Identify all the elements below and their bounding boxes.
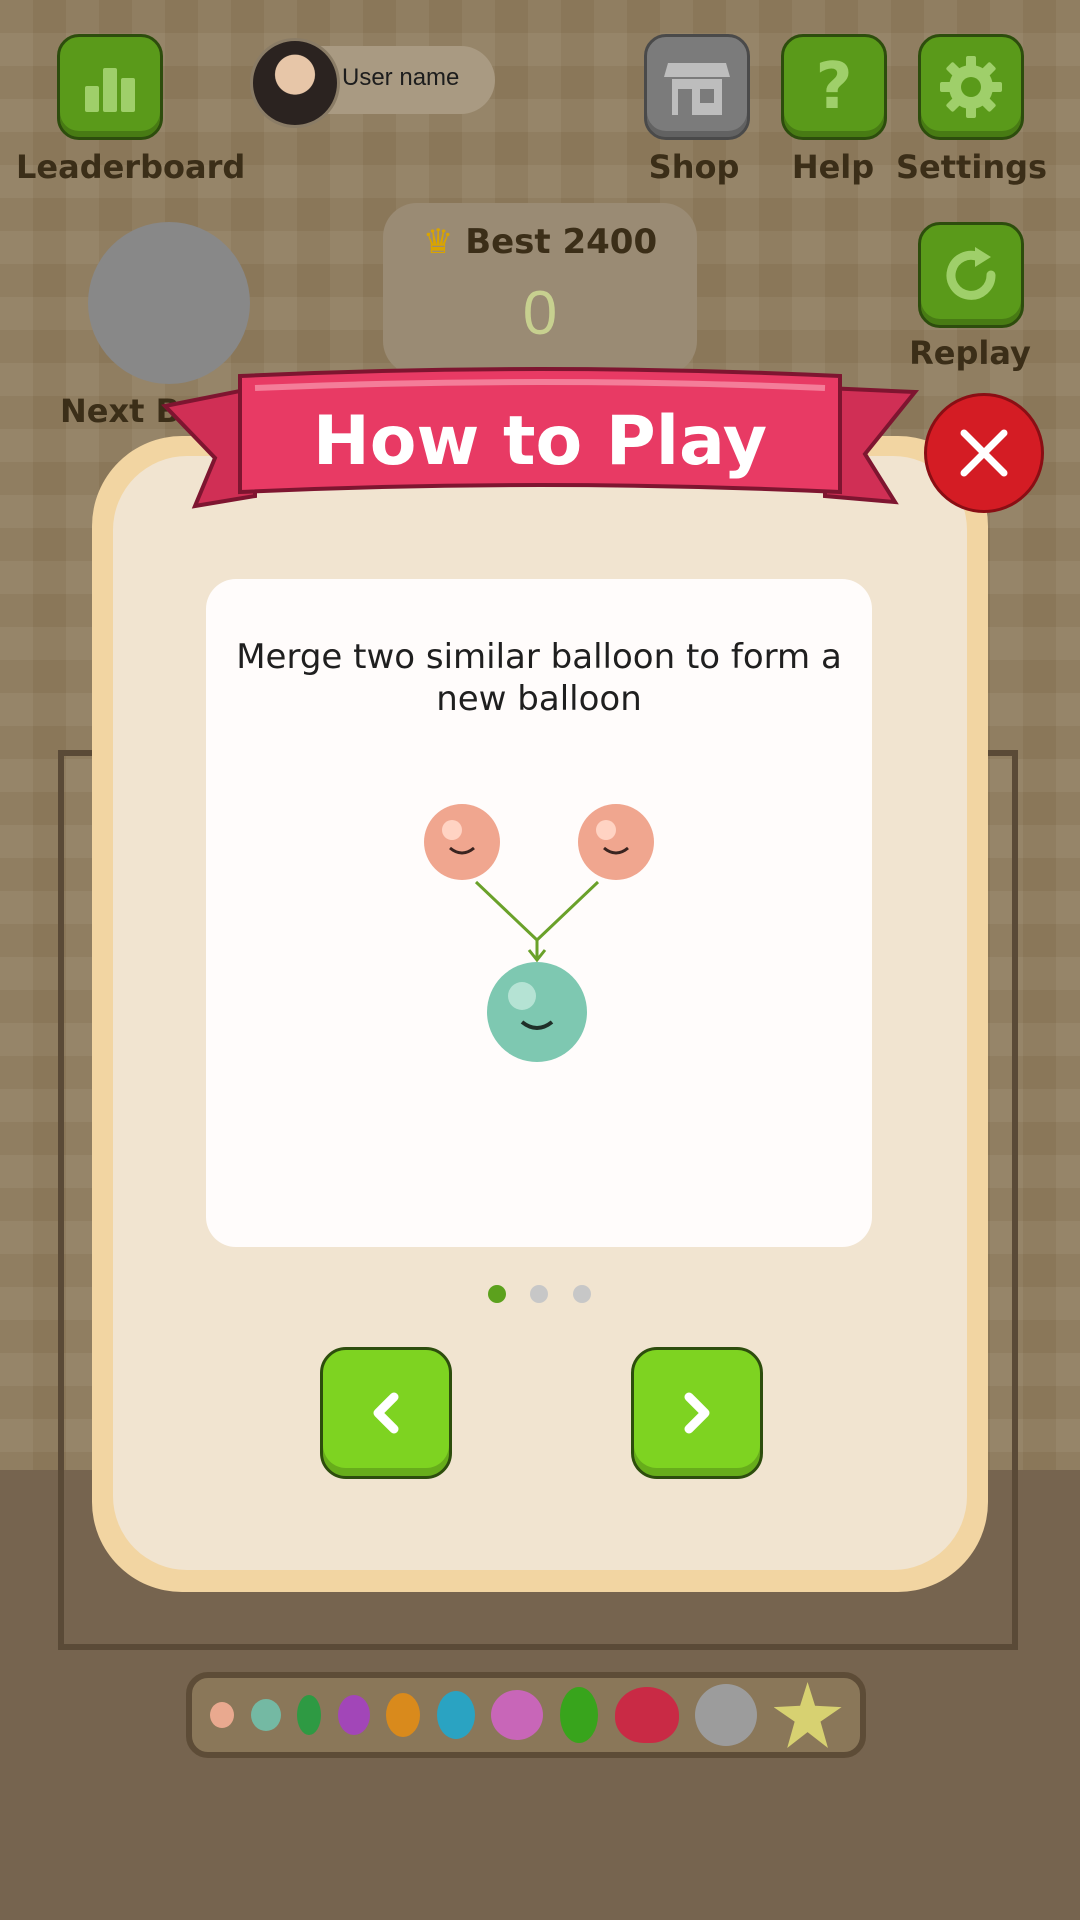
tray-balloon-purple (337, 1695, 370, 1735)
replay-icon (946, 247, 996, 300)
prev-page-button[interactable] (320, 1347, 452, 1479)
instruction-text: Merge two similar balloon to form a new … (236, 637, 842, 719)
peach-balloon-right (578, 804, 654, 880)
tray-balloon-bear (491, 1690, 544, 1740)
best-score: ♛ Best 2400 (383, 222, 697, 262)
best-score-label: Best 2400 (465, 222, 658, 262)
chevron-left-icon (373, 1392, 399, 1434)
shop-icon (664, 63, 730, 115)
settings-button[interactable] (918, 34, 1024, 140)
tray-balloon-blue (436, 1691, 475, 1739)
balloon-tray (186, 1672, 866, 1758)
help-button[interactable]: ? (781, 34, 887, 140)
leaderboard-icon (85, 68, 135, 112)
next-page-button[interactable] (631, 1347, 763, 1479)
shop-button[interactable] (644, 34, 750, 140)
tray-balloon-heart (614, 1687, 679, 1743)
page-dot-3[interactable] (573, 1285, 591, 1303)
tray-balloon-gray (695, 1684, 758, 1746)
close-button[interactable] (924, 393, 1044, 513)
dialog-title: How to Play (312, 402, 768, 481)
tray-balloon-teal (250, 1699, 281, 1731)
gear-icon (940, 56, 1002, 118)
replay-button[interactable] (918, 222, 1024, 328)
tray-balloon-star (773, 1682, 842, 1748)
avatar (250, 38, 340, 128)
crown-icon: ♛ (422, 222, 454, 262)
close-icon (960, 429, 1008, 477)
tray-balloon-orange (386, 1693, 421, 1737)
leaderboard-button[interactable] (57, 34, 163, 140)
tray-balloon-green (297, 1695, 322, 1735)
chevron-right-icon (684, 1392, 710, 1434)
merge-illustration (424, 804, 654, 1062)
tray-balloon-peach (210, 1702, 235, 1728)
settings-label: Settings (896, 148, 1048, 186)
page-dot-1[interactable] (488, 1285, 506, 1303)
username: User name (342, 64, 460, 91)
shop-label: Shop (648, 148, 740, 186)
current-score: 0 (522, 279, 558, 348)
leaderboard-label: Leaderboard (16, 148, 246, 186)
question-icon: ? (815, 50, 853, 124)
page-dot-2[interactable] (530, 1285, 548, 1303)
peach-balloon-left (424, 804, 500, 880)
tray-balloon-green-tall (559, 1687, 598, 1743)
teal-balloon-result (487, 962, 587, 1062)
next-ball-preview (88, 222, 250, 384)
help-label: Help (791, 148, 875, 186)
